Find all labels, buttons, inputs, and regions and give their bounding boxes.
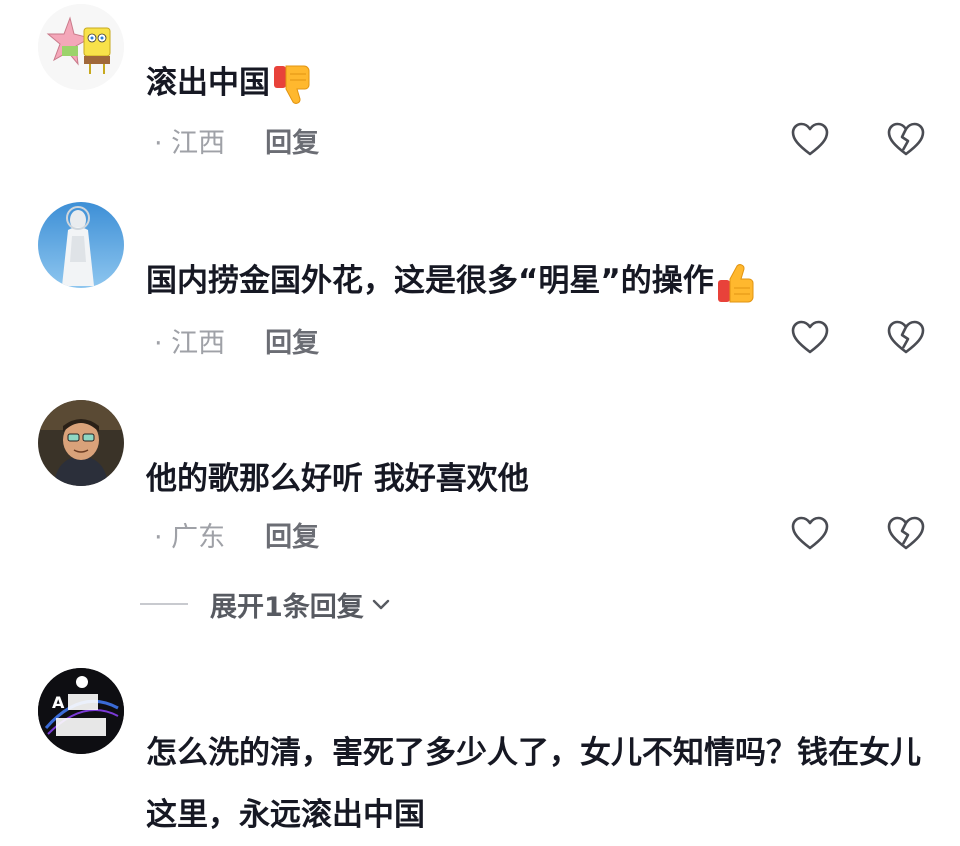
comment-region: · 广东 [154,521,226,553]
comment-text-content: 国内捞金国外花，这是很多“明星”的操作 [146,263,714,299]
expand-divider [140,603,188,605]
avatar-image [38,202,124,288]
expand-replies-button[interactable]: 展开1条回复 [140,584,392,624]
avatar[interactable] [38,202,124,288]
heart-icon[interactable] [790,514,830,554]
comment-text-content: 他的歌那么好听 我好喜欢他 [146,461,529,497]
heart-icon[interactable] [790,318,830,358]
comment-meta: · 江西 回复 [146,320,319,360]
comment-text-content: 怎么洗的清，害死了多少人了，女儿不知情吗？钱在女儿这里，永远滚出中国 [146,735,921,833]
chevron-down-icon [372,599,389,610]
username[interactable] [146,676,155,701]
broken-heart-icon[interactable] [886,318,926,358]
comment-text: 国内捞金国外花，这是很多“明星”的操作 [146,258,930,306]
comment-text: 怎么洗的清，害死了多少人了，女儿不知情吗？钱在女儿这里，永远滚出中国 [146,722,930,846]
broken-heart-icon[interactable] [886,514,926,554]
avatar-image: A [38,668,124,754]
comment-region: · 江西 [154,327,226,359]
svg-text:A: A [52,693,65,712]
reply-button[interactable]: 回复 [265,321,319,360]
avatar[interactable] [38,400,124,486]
avatar-image [38,400,124,486]
comment-actions [790,318,930,358]
reply-button[interactable]: 回复 [265,121,319,160]
comment-text: 滚出中国 [146,60,930,108]
broken-heart-icon[interactable] [886,120,926,160]
username[interactable] [146,12,155,37]
comment-actions [790,120,930,160]
username[interactable] [146,408,155,433]
comment-meta: · 广东 回复 [146,514,319,554]
expand-replies-label: 展开1条回复 [210,591,364,623]
avatar-image [38,4,124,90]
comment-actions [790,514,930,554]
thumbs-up-icon [717,263,754,302]
comment-text: 他的歌那么好听 我好喜欢他 [146,456,930,502]
comment-region: · 江西 [154,127,226,159]
reply-button[interactable]: 回复 [265,515,319,554]
thumbs-down-icon [274,65,310,104]
heart-icon[interactable] [790,120,830,160]
username[interactable] [146,210,155,235]
avatar[interactable] [38,4,124,90]
avatar[interactable]: A [38,668,124,754]
comment-text-content: 滚出中国 [146,65,270,101]
comment-meta: · 江西 回复 [146,120,319,160]
